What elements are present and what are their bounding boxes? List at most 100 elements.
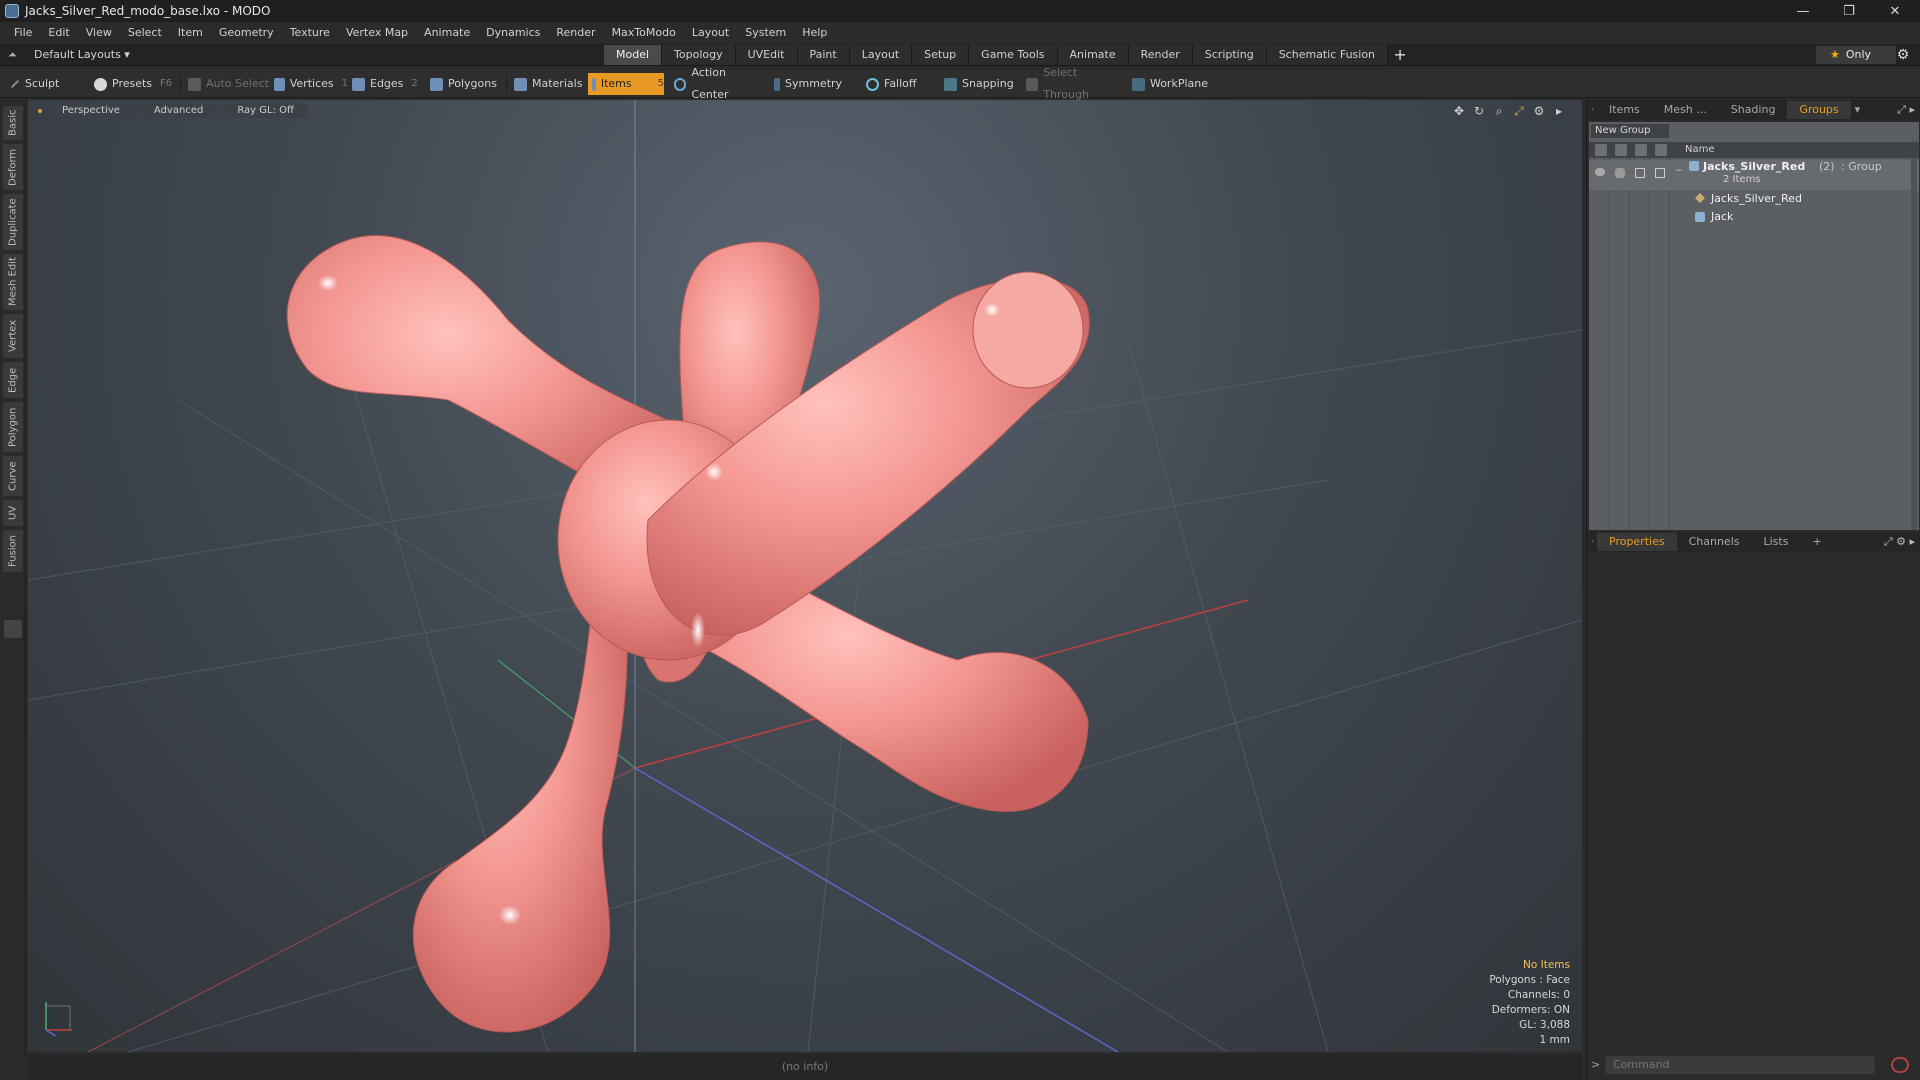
3d-viewport[interactable]: Perspective Advanced Ray GL: Off ✥ ↻ ⌕ ⤢… bbox=[28, 100, 1582, 1052]
menu-help[interactable]: Help bbox=[794, 22, 835, 44]
select-through-button[interactable]: Select Through bbox=[1022, 66, 1122, 101]
groups-scrollbar[interactable] bbox=[1911, 158, 1917, 530]
vtab-basic[interactable]: Basic bbox=[3, 106, 23, 140]
menu-edit[interactable]: Edit bbox=[40, 22, 77, 44]
fit-icon[interactable]: ⤢ bbox=[1512, 104, 1526, 119]
menu-animate[interactable]: Animate bbox=[416, 22, 478, 44]
tabs-dropdown-icon[interactable]: ▾ bbox=[1851, 101, 1865, 119]
group-name: Jacks_Silver_Red bbox=[1703, 160, 1806, 173]
layout-dropdown[interactable]: Default Layouts ▾ bbox=[34, 46, 130, 64]
tab-channels[interactable]: Channels bbox=[1677, 533, 1752, 551]
tab-model[interactable]: Model bbox=[604, 45, 663, 65]
menu-item[interactable]: Item bbox=[170, 22, 211, 44]
workplane-button[interactable]: WorkPlane bbox=[1128, 73, 1208, 95]
presets-button[interactable]: Presets F6 bbox=[90, 73, 174, 95]
expand-arrow-icon[interactable]: ▸ bbox=[1552, 104, 1566, 119]
command-arrow-icon[interactable]: > bbox=[1591, 1058, 1600, 1071]
auto-select-button[interactable]: Auto Select bbox=[184, 73, 270, 95]
tab-setup[interactable]: Setup bbox=[912, 45, 970, 65]
jack-mesh[interactable] bbox=[286, 235, 1090, 1033]
minimize-button[interactable]: — bbox=[1780, 0, 1826, 22]
group-row[interactable]: − Jacks_Silver_Red (2) : Group 2 Items bbox=[1589, 160, 1919, 190]
add-tab-icon[interactable]: + bbox=[1388, 45, 1412, 65]
new-group-button[interactable]: New Group bbox=[1591, 124, 1669, 138]
tab-items[interactable]: Items bbox=[1597, 101, 1652, 119]
collapse-icon[interactable]: − bbox=[1675, 166, 1683, 176]
pan-icon[interactable]: ✥ bbox=[1452, 104, 1466, 119]
menu-maxtomodo[interactable]: MaxToModo bbox=[604, 22, 684, 44]
vtab-uv[interactable]: UV bbox=[3, 500, 23, 526]
tab-lists[interactable]: Lists bbox=[1752, 533, 1801, 551]
vtab-mesh-edit[interactable]: Mesh Edit bbox=[3, 254, 23, 310]
lock-column-icon[interactable] bbox=[1635, 144, 1647, 156]
falloff-button[interactable]: Falloff bbox=[862, 73, 934, 95]
name-column-header[interactable]: Name bbox=[1685, 142, 1715, 158]
menu-file[interactable]: File bbox=[6, 22, 40, 44]
panel-menu-dot-icon[interactable]: · bbox=[1587, 533, 1597, 551]
vtab-edge[interactable]: Edge bbox=[3, 362, 23, 398]
lock-checkbox[interactable] bbox=[1635, 168, 1645, 178]
tab-layout[interactable]: Layout bbox=[849, 45, 913, 65]
vtab-vertex[interactable]: Vertex bbox=[3, 314, 23, 358]
select-column-icon[interactable] bbox=[1655, 144, 1667, 156]
viewport-raygl-tab[interactable]: Ray GL: Off bbox=[223, 104, 308, 118]
tab-scripting[interactable]: Scripting bbox=[1192, 45, 1267, 65]
eye-icon[interactable] bbox=[1595, 168, 1605, 176]
tree-item[interactable]: Jacks_Silver_Red bbox=[1589, 192, 1919, 208]
rotate-icon[interactable]: ↻ bbox=[1472, 104, 1486, 119]
menu-texture[interactable]: Texture bbox=[282, 22, 338, 44]
items-button[interactable]: Items 5 bbox=[588, 73, 664, 95]
menu-select[interactable]: Select bbox=[120, 22, 170, 44]
sculpt-button[interactable]: Sculpt bbox=[6, 73, 84, 95]
menu-vertex-map[interactable]: Vertex Map bbox=[338, 22, 416, 44]
menu-layout[interactable]: Layout bbox=[684, 22, 737, 44]
render-column-icon[interactable] bbox=[1615, 144, 1627, 156]
materials-button[interactable]: Materials bbox=[510, 73, 586, 95]
tab-groups[interactable]: Groups bbox=[1787, 101, 1851, 119]
symmetry-button[interactable]: Symmetry bbox=[770, 73, 850, 95]
edges-button[interactable]: Edges 2 bbox=[348, 73, 426, 95]
menu-view[interactable]: View bbox=[78, 22, 120, 44]
vtab-deform[interactable]: Deform bbox=[3, 144, 23, 190]
restore-button[interactable]: ❐ bbox=[1826, 0, 1872, 22]
command-input[interactable] bbox=[1605, 1056, 1875, 1074]
tab-mesh[interactable]: Mesh ... bbox=[1652, 101, 1719, 119]
menu-system[interactable]: System bbox=[737, 22, 794, 44]
viewport-settings-icon[interactable]: ⚙ bbox=[1532, 104, 1546, 119]
vtab-duplicate[interactable]: Duplicate bbox=[3, 194, 23, 250]
tab-render[interactable]: Render bbox=[1128, 45, 1193, 65]
select-checkbox[interactable] bbox=[1655, 168, 1665, 178]
vtab-fusion[interactable]: Fusion bbox=[3, 530, 23, 572]
panel-expand-icon[interactable]: ⤢ ▸ bbox=[1897, 103, 1920, 117]
vertices-button[interactable]: Vertices 1 bbox=[270, 73, 348, 95]
layout-handle-icon[interactable]: ⏶ bbox=[8, 48, 22, 62]
tab-schematic-fusion[interactable]: Schematic Fusion bbox=[1266, 45, 1389, 65]
tab-shading[interactable]: Shading bbox=[1719, 101, 1788, 119]
menu-dynamics[interactable]: Dynamics bbox=[478, 22, 548, 44]
add-panel-tab-icon[interactable]: + bbox=[1800, 533, 1833, 551]
viewport-menu-dot-icon[interactable] bbox=[38, 109, 42, 113]
tab-properties[interactable]: Properties bbox=[1597, 533, 1677, 551]
vtab-curve[interactable]: Curve bbox=[3, 456, 23, 496]
left-panel-toggle-button[interactable] bbox=[4, 620, 22, 638]
tree-item[interactable]: Jack bbox=[1589, 210, 1919, 226]
menu-geometry[interactable]: Geometry bbox=[211, 22, 282, 44]
panel-menu-dot-icon[interactable]: · bbox=[1587, 101, 1597, 119]
vtab-polygon[interactable]: Polygon bbox=[3, 402, 23, 452]
action-center-button[interactable]: Action Center bbox=[670, 66, 762, 101]
viewport-perspective-tab[interactable]: Perspective bbox=[48, 104, 134, 118]
visibility-column-icon[interactable] bbox=[1595, 144, 1607, 156]
channels-info: Channels: 0 bbox=[1507, 989, 1570, 1001]
close-button[interactable]: ✕ bbox=[1872, 0, 1918, 22]
only-toggle[interactable]: ★ Only bbox=[1816, 46, 1896, 64]
panel-expand-icon[interactable]: ⤢ ⚙ ▸ bbox=[1884, 535, 1920, 549]
snapping-button[interactable]: Snapping bbox=[940, 73, 1020, 95]
viewport-shading-tab[interactable]: Advanced bbox=[139, 104, 218, 118]
gear-icon[interactable]: ⚙ bbox=[1894, 46, 1912, 64]
tab-paint[interactable]: Paint bbox=[797, 45, 850, 65]
render-toggle-icon[interactable] bbox=[1615, 168, 1625, 178]
menu-render[interactable]: Render bbox=[548, 22, 603, 44]
command-execute-button[interactable] bbox=[1891, 1057, 1909, 1073]
zoom-icon[interactable]: ⌕ bbox=[1492, 104, 1506, 119]
polygons-button[interactable]: Polygons bbox=[426, 73, 504, 95]
